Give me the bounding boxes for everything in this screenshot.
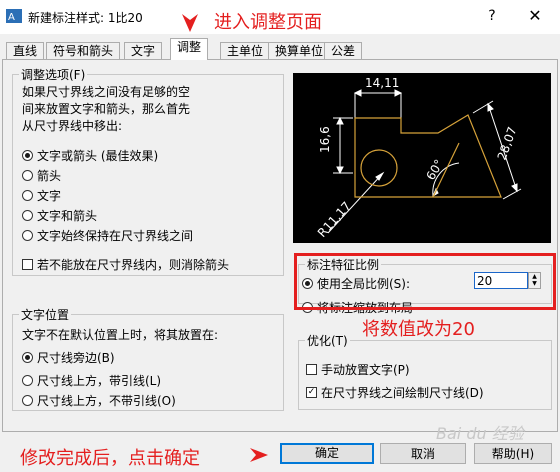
fit-options-legend: 调整选项(F) bbox=[21, 68, 86, 82]
fit-option-label: 文字 bbox=[37, 189, 62, 203]
help-button[interactable]: 帮助(H) bbox=[474, 443, 552, 464]
fit-description-line: 如果尺寸界线之间没有足够的空 bbox=[22, 85, 191, 99]
text-placement-description: 文字不在默认位置上时，将其放置在: bbox=[22, 328, 219, 342]
tab-alternate-units[interactable]: 换算单位 bbox=[268, 42, 331, 59]
dim-left-label: 16,6 bbox=[318, 126, 332, 153]
radio-icon[interactable] bbox=[22, 190, 33, 201]
fit-option-both[interactable]: 文字和箭头 bbox=[22, 207, 97, 224]
fit-option-label: 文字和箭头 bbox=[37, 209, 98, 223]
radio-icon[interactable] bbox=[22, 395, 33, 406]
fit-description-line: 间来放置文字和箭头，那么首先 bbox=[22, 102, 191, 116]
tab-fit[interactable]: 调整 bbox=[170, 38, 209, 60]
help-title-button[interactable]: ? bbox=[484, 8, 500, 26]
down-arrow-annotation-icon bbox=[182, 14, 198, 32]
radio-icon[interactable] bbox=[22, 170, 33, 181]
radio-icon[interactable] bbox=[22, 230, 33, 241]
cancel-button[interactable]: 取消 bbox=[380, 443, 466, 464]
text-placement-legend: 文字位置 bbox=[21, 308, 70, 322]
fit-option-label: 文字始终保持在尺寸界线之间 bbox=[37, 229, 194, 243]
manual-text-label: 手动放置文字(P) bbox=[321, 363, 410, 377]
fit-option-arrows[interactable]: 箭头 bbox=[22, 167, 61, 184]
ok-button[interactable]: 确定 bbox=[280, 443, 374, 464]
text-option-beside-dimline[interactable]: 尺寸线旁边(B) bbox=[22, 349, 115, 366]
tab-text[interactable]: 文字 bbox=[124, 42, 163, 59]
svg-text:A: A bbox=[8, 12, 15, 23]
annotation-enter-page: 进入调整页面 bbox=[214, 12, 322, 33]
close-button[interactable]: ✕ bbox=[520, 6, 550, 28]
text-option-over-with-leader[interactable]: 尺寸线上方，带引线(L) bbox=[22, 372, 161, 389]
fit-option-always-keep[interactable]: 文字始终保持在尺寸界线之间 bbox=[22, 227, 193, 244]
text-option-label: 尺寸线旁边(B) bbox=[37, 351, 115, 365]
fit-options-description: 如果尺寸界线之间没有足够的空 间来放置文字和箭头，那么首先 从尺寸界线中移出: bbox=[22, 84, 272, 135]
tab-tolerances[interactable]: 公差 bbox=[324, 42, 363, 59]
manual-text-checkbox[interactable]: 手动放置文字(P) bbox=[306, 361, 410, 378]
tab-primary-units[interactable]: 主单位 bbox=[220, 42, 271, 59]
checkmark-icon[interactable]: ✓ bbox=[306, 387, 317, 398]
dim-top-label: 14,11 bbox=[365, 76, 399, 90]
radio-icon[interactable] bbox=[22, 375, 33, 386]
watermark: Bai du 经验 bbox=[436, 424, 524, 443]
finetune-legend: 优化(T) bbox=[307, 334, 348, 348]
tab-strip: 直线 符号和箭头 文字 调整 主单位 换算单位 公差 bbox=[0, 36, 560, 60]
radio-icon[interactable] bbox=[22, 210, 33, 221]
tab-symbols-arrows[interactable]: 符号和箭头 bbox=[46, 42, 121, 59]
radio-selected-icon[interactable] bbox=[22, 150, 33, 161]
right-arrow-annotation-icon bbox=[250, 448, 268, 462]
draw-dimline-checkbox[interactable]: ✓ 在尺寸界线之间绘制尺寸线(D) bbox=[306, 384, 484, 401]
checkbox-icon[interactable] bbox=[306, 364, 317, 375]
fit-option-label: 箭头 bbox=[37, 169, 62, 183]
dimension-preview: 14,11 16,6 28,07 60° R11,17 bbox=[293, 73, 551, 243]
suppress-arrows-label: 若不能放在尺寸界线内，则消除箭头 bbox=[37, 258, 230, 272]
autocad-icon: A bbox=[6, 9, 22, 23]
text-option-label: 尺寸线上方，不带引线(O) bbox=[37, 394, 176, 408]
fit-description-line: 从尺寸界线中移出: bbox=[22, 119, 123, 133]
tab-lines[interactable]: 直线 bbox=[6, 42, 45, 59]
fit-option-label: 文字或箭头 (最佳效果) bbox=[37, 149, 159, 163]
window-title: 新建标注样式: 1比20 bbox=[28, 11, 143, 25]
annotation-finish: 修改完成后，点击确定 bbox=[20, 448, 200, 469]
draw-dimline-label: 在尺寸界线之间绘制尺寸线(D) bbox=[321, 386, 484, 400]
fit-option-text[interactable]: 文字 bbox=[22, 187, 61, 204]
text-option-label: 尺寸线上方，带引线(L) bbox=[37, 374, 162, 388]
suppress-arrows-checkbox[interactable]: 若不能放在尺寸界线内，则消除箭头 bbox=[22, 256, 229, 273]
highlight-box-scale bbox=[294, 253, 556, 310]
text-option-over-without-leader[interactable]: 尺寸线上方，不带引线(O) bbox=[22, 392, 176, 409]
checkbox-icon[interactable] bbox=[22, 259, 33, 270]
fit-option-either[interactable]: 文字或箭头 (最佳效果) bbox=[22, 147, 158, 164]
radio-selected-icon[interactable] bbox=[22, 352, 33, 363]
